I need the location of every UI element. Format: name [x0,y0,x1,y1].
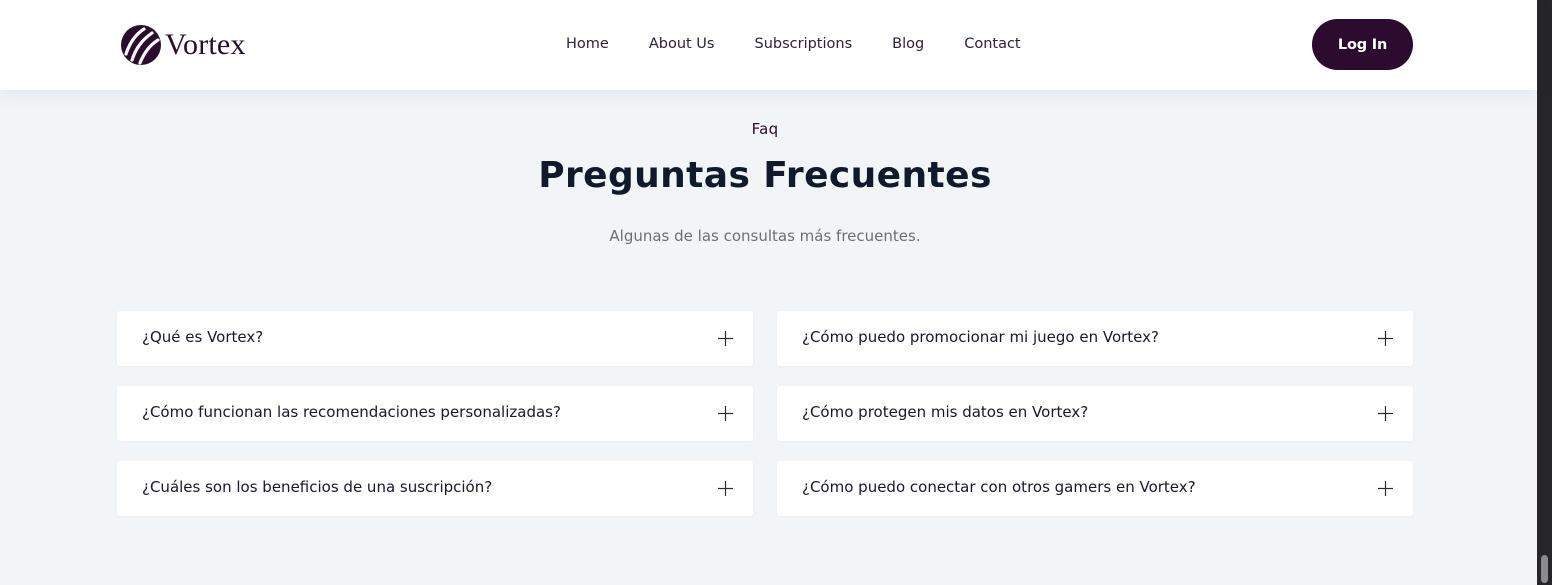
faq-question: ¿Cuáles son los beneficios de una suscri… [142,478,493,496]
nav-subscriptions[interactable]: Subscriptions [754,33,852,55]
plus-icon[interactable] [1378,406,1393,421]
login-button[interactable]: Log In [1312,19,1413,70]
page-title: Preguntas Frecuentes [538,155,992,196]
scrollbar-thumb[interactable] [1541,555,1548,583]
faq-question: ¿Cómo puedo conectar con otros gamers en… [802,478,1196,496]
plus-icon[interactable] [718,406,733,421]
faq-item[interactable]: ¿Cómo protegen mis datos en Vortex? [777,386,1413,441]
logo[interactable]: Vortex [120,24,246,66]
scrollbar[interactable] [1537,0,1552,585]
faq-item[interactable]: ¿Qué es Vortex? [117,311,753,366]
vortex-logo-icon [121,25,161,65]
faq-item[interactable]: ¿Cómo puedo conectar con otros gamers en… [777,461,1413,516]
page: Vortex Home About Us Subscriptions Blog … [0,0,1537,585]
plus-icon[interactable] [1378,331,1393,346]
section-eyebrow: Faq [751,120,779,138]
faq-question: ¿Cómo protegen mis datos en Vortex? [802,403,1089,421]
plus-icon[interactable] [718,481,733,496]
faq-item[interactable]: ¿Cuáles son los beneficios de una suscri… [117,461,753,516]
site-header: Vortex Home About Us Subscriptions Blog … [0,0,1537,90]
section-subtitle: Algunas de las consultas más frecuentes. [609,227,921,245]
logo-text: Vortex [165,28,246,61]
faq-question: ¿Qué es Vortex? [142,328,264,346]
faq-column-left: ¿Qué es Vortex? ¿Cómo funcionan las reco… [117,311,753,536]
faq-item[interactable]: ¿Cómo puedo promocionar mi juego en Vort… [777,311,1413,366]
nav-about-us[interactable]: About Us [649,33,715,55]
nav-blog[interactable]: Blog [892,33,924,55]
plus-icon[interactable] [718,331,733,346]
main-nav: Home About Us Subscriptions Blog Contact [566,33,1021,55]
faq-item[interactable]: ¿Cómo funcionan las recomendaciones pers… [117,386,753,441]
faq-question: ¿Cómo puedo promocionar mi juego en Vort… [802,328,1159,346]
faq-column-right: ¿Cómo puedo promocionar mi juego en Vort… [777,311,1413,536]
nav-contact[interactable]: Contact [964,33,1020,55]
plus-icon[interactable] [1378,481,1393,496]
nav-home[interactable]: Home [566,33,609,55]
faq-question: ¿Cómo funcionan las recomendaciones pers… [142,403,561,421]
